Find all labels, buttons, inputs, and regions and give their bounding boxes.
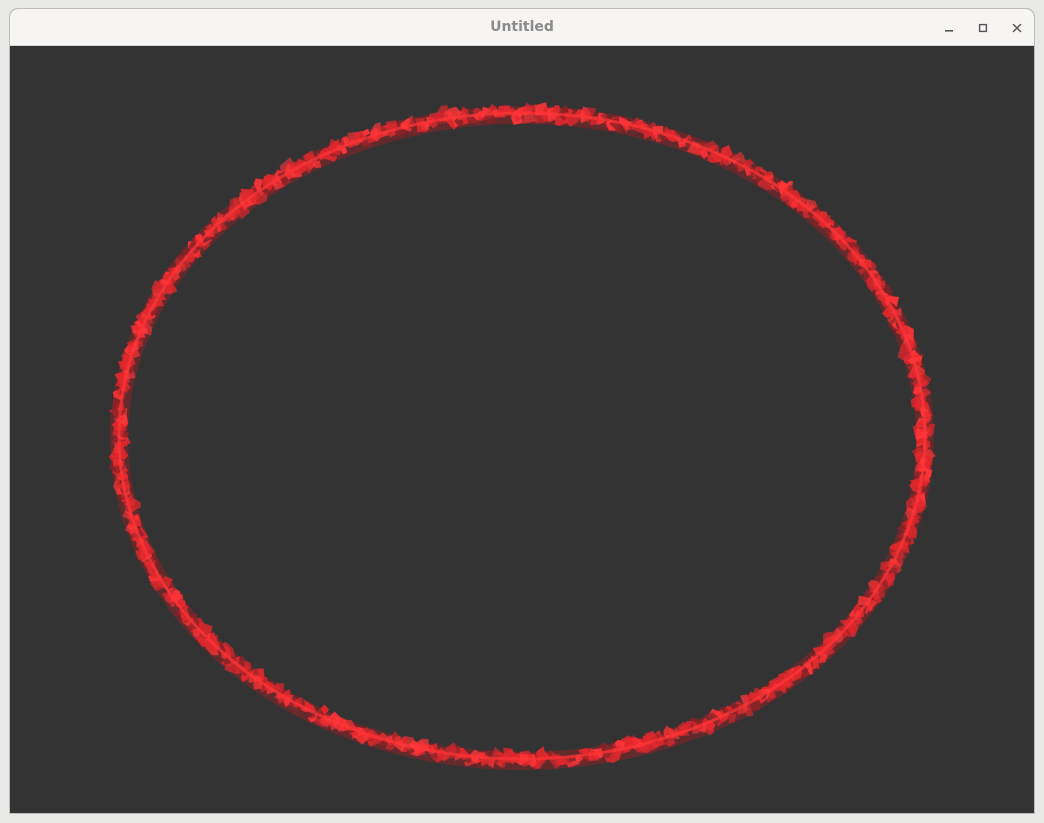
minimize-icon (943, 22, 955, 34)
red-ring-drawing (108, 102, 936, 770)
app-window: Untitled (9, 8, 1035, 814)
drawing-canvas[interactable] (10, 46, 1034, 813)
maximize-icon (977, 22, 989, 34)
close-icon (1011, 22, 1023, 34)
minimize-button[interactable] (938, 17, 960, 39)
ring-strokes (108, 102, 936, 770)
close-button[interactable] (1006, 17, 1028, 39)
window-title: Untitled (490, 19, 554, 35)
title-bar[interactable]: Untitled (10, 9, 1034, 46)
maximize-button[interactable] (972, 17, 994, 39)
